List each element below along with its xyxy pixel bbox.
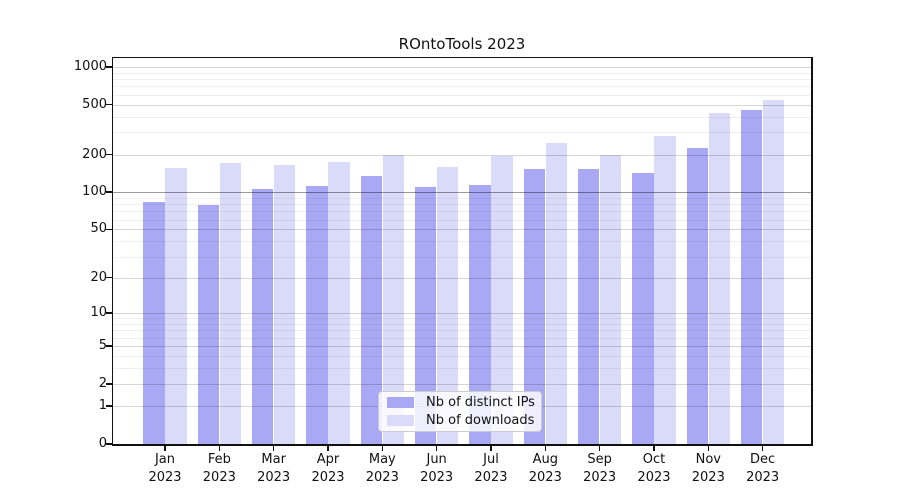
bar-downloads-jan xyxy=(165,168,187,444)
chart-figure: ROntoTools 2023 Nb of distinct IPs Nb of… xyxy=(0,0,900,500)
y-tick-label-500: 500 xyxy=(40,97,107,113)
x-tick-label-may: May 2023 xyxy=(352,451,412,487)
gridline-minor xyxy=(113,79,811,80)
x-tick-dec xyxy=(762,446,763,451)
bar-ips-oct xyxy=(632,173,654,444)
y-tick-label-5: 5 xyxy=(40,338,107,354)
x-tick-label-sep: Sep 2023 xyxy=(570,451,630,487)
left-spine xyxy=(112,57,114,446)
x-tick-label-oct: Oct 2023 xyxy=(624,451,684,487)
x-tick-label-aug: Aug 2023 xyxy=(515,451,575,487)
gridline-5 xyxy=(113,346,811,347)
right-spine xyxy=(811,57,813,446)
gridline-minor xyxy=(113,330,811,331)
x-tick-jan xyxy=(164,446,165,451)
gridline-minor xyxy=(113,204,811,205)
gridline-minor xyxy=(113,318,811,319)
gridline-200 xyxy=(113,155,811,156)
gridline-minor xyxy=(113,368,811,369)
chart-title: ROntoTools 2023 xyxy=(113,33,811,55)
x-tick-feb xyxy=(219,446,220,451)
x-tick-label-feb: Feb 2023 xyxy=(189,451,249,487)
gridline-20 xyxy=(113,278,811,279)
x-tick-sep xyxy=(599,446,600,451)
bar-downloads-feb xyxy=(220,163,242,444)
gridline-minor xyxy=(113,211,811,212)
gridline-1000 xyxy=(113,67,811,68)
x-tick-may xyxy=(382,446,383,451)
gridline-2 xyxy=(113,384,811,385)
y-tick-label-20: 20 xyxy=(40,270,107,286)
bar-downloads-mar xyxy=(274,165,296,444)
bar-downloads-oct xyxy=(654,136,676,444)
y-tick-label-200: 200 xyxy=(40,147,107,163)
y-tick-label-10: 10 xyxy=(40,305,107,321)
legend-label-ips: Nb of distinct IPs xyxy=(426,396,535,410)
x-tick-label-apr: Apr 2023 xyxy=(298,451,358,487)
x-tick-nov xyxy=(708,446,709,451)
x-tick-label-mar: Mar 2023 xyxy=(244,451,304,487)
gridline-minor xyxy=(113,220,811,221)
x-tick-aug xyxy=(545,446,546,451)
bar-downloads-dec xyxy=(763,100,785,444)
gridline-minor xyxy=(113,73,811,74)
x-tick-label-jul: Jul 2023 xyxy=(461,451,521,487)
bar-ips-jan xyxy=(143,202,165,445)
bar-ips-sep xyxy=(578,169,600,444)
y-tick-label-100: 100 xyxy=(40,184,107,200)
x-tick-oct xyxy=(653,446,654,451)
x-tick-jul xyxy=(490,446,491,451)
top-spine xyxy=(112,57,813,59)
legend-swatch-ips xyxy=(387,397,414,408)
legend: Nb of distinct IPs Nb of downloads xyxy=(378,391,542,432)
gridline-minor xyxy=(113,117,811,118)
bar-downloads-aug xyxy=(546,143,568,444)
gridline-minor xyxy=(113,338,811,339)
gridline-minor xyxy=(113,257,811,258)
legend-item-downloads: Nb of downloads xyxy=(379,414,541,428)
gridline-minor xyxy=(113,356,811,357)
legend-swatch-downloads xyxy=(387,415,414,426)
gridline-50 xyxy=(113,229,811,230)
gridline-minor xyxy=(113,324,811,325)
y-tick-label-0: 0 xyxy=(40,436,107,452)
y-tick-label-1000: 1000 xyxy=(40,59,107,75)
x-tick-label-jan: Jan 2023 xyxy=(135,451,195,487)
y-tick-label-1: 1 xyxy=(40,398,107,414)
gridline-minor xyxy=(113,198,811,199)
gridline-minor xyxy=(113,241,811,242)
x-tick-mar xyxy=(273,446,274,451)
gridline-10 xyxy=(113,313,811,314)
x-tick-jun xyxy=(436,446,437,451)
gridline-100 xyxy=(113,192,811,193)
x-tick-label-dec: Dec 2023 xyxy=(733,451,793,487)
gridline-minor xyxy=(113,95,811,96)
legend-label-downloads: Nb of downloads xyxy=(426,414,534,428)
gridline-minor xyxy=(113,132,811,133)
x-tick-apr xyxy=(327,446,328,451)
bottom-spine xyxy=(112,444,813,446)
plot-area xyxy=(113,58,811,444)
y-tick-label-2: 2 xyxy=(40,376,107,392)
gridline-500 xyxy=(113,105,811,106)
gridline-minor xyxy=(113,86,811,87)
y-tick-label-50: 50 xyxy=(40,221,107,237)
x-tick-label-jun: Jun 2023 xyxy=(407,451,467,487)
x-tick-label-nov: Nov 2023 xyxy=(678,451,738,487)
legend-item-ips: Nb of distinct IPs xyxy=(379,396,541,410)
